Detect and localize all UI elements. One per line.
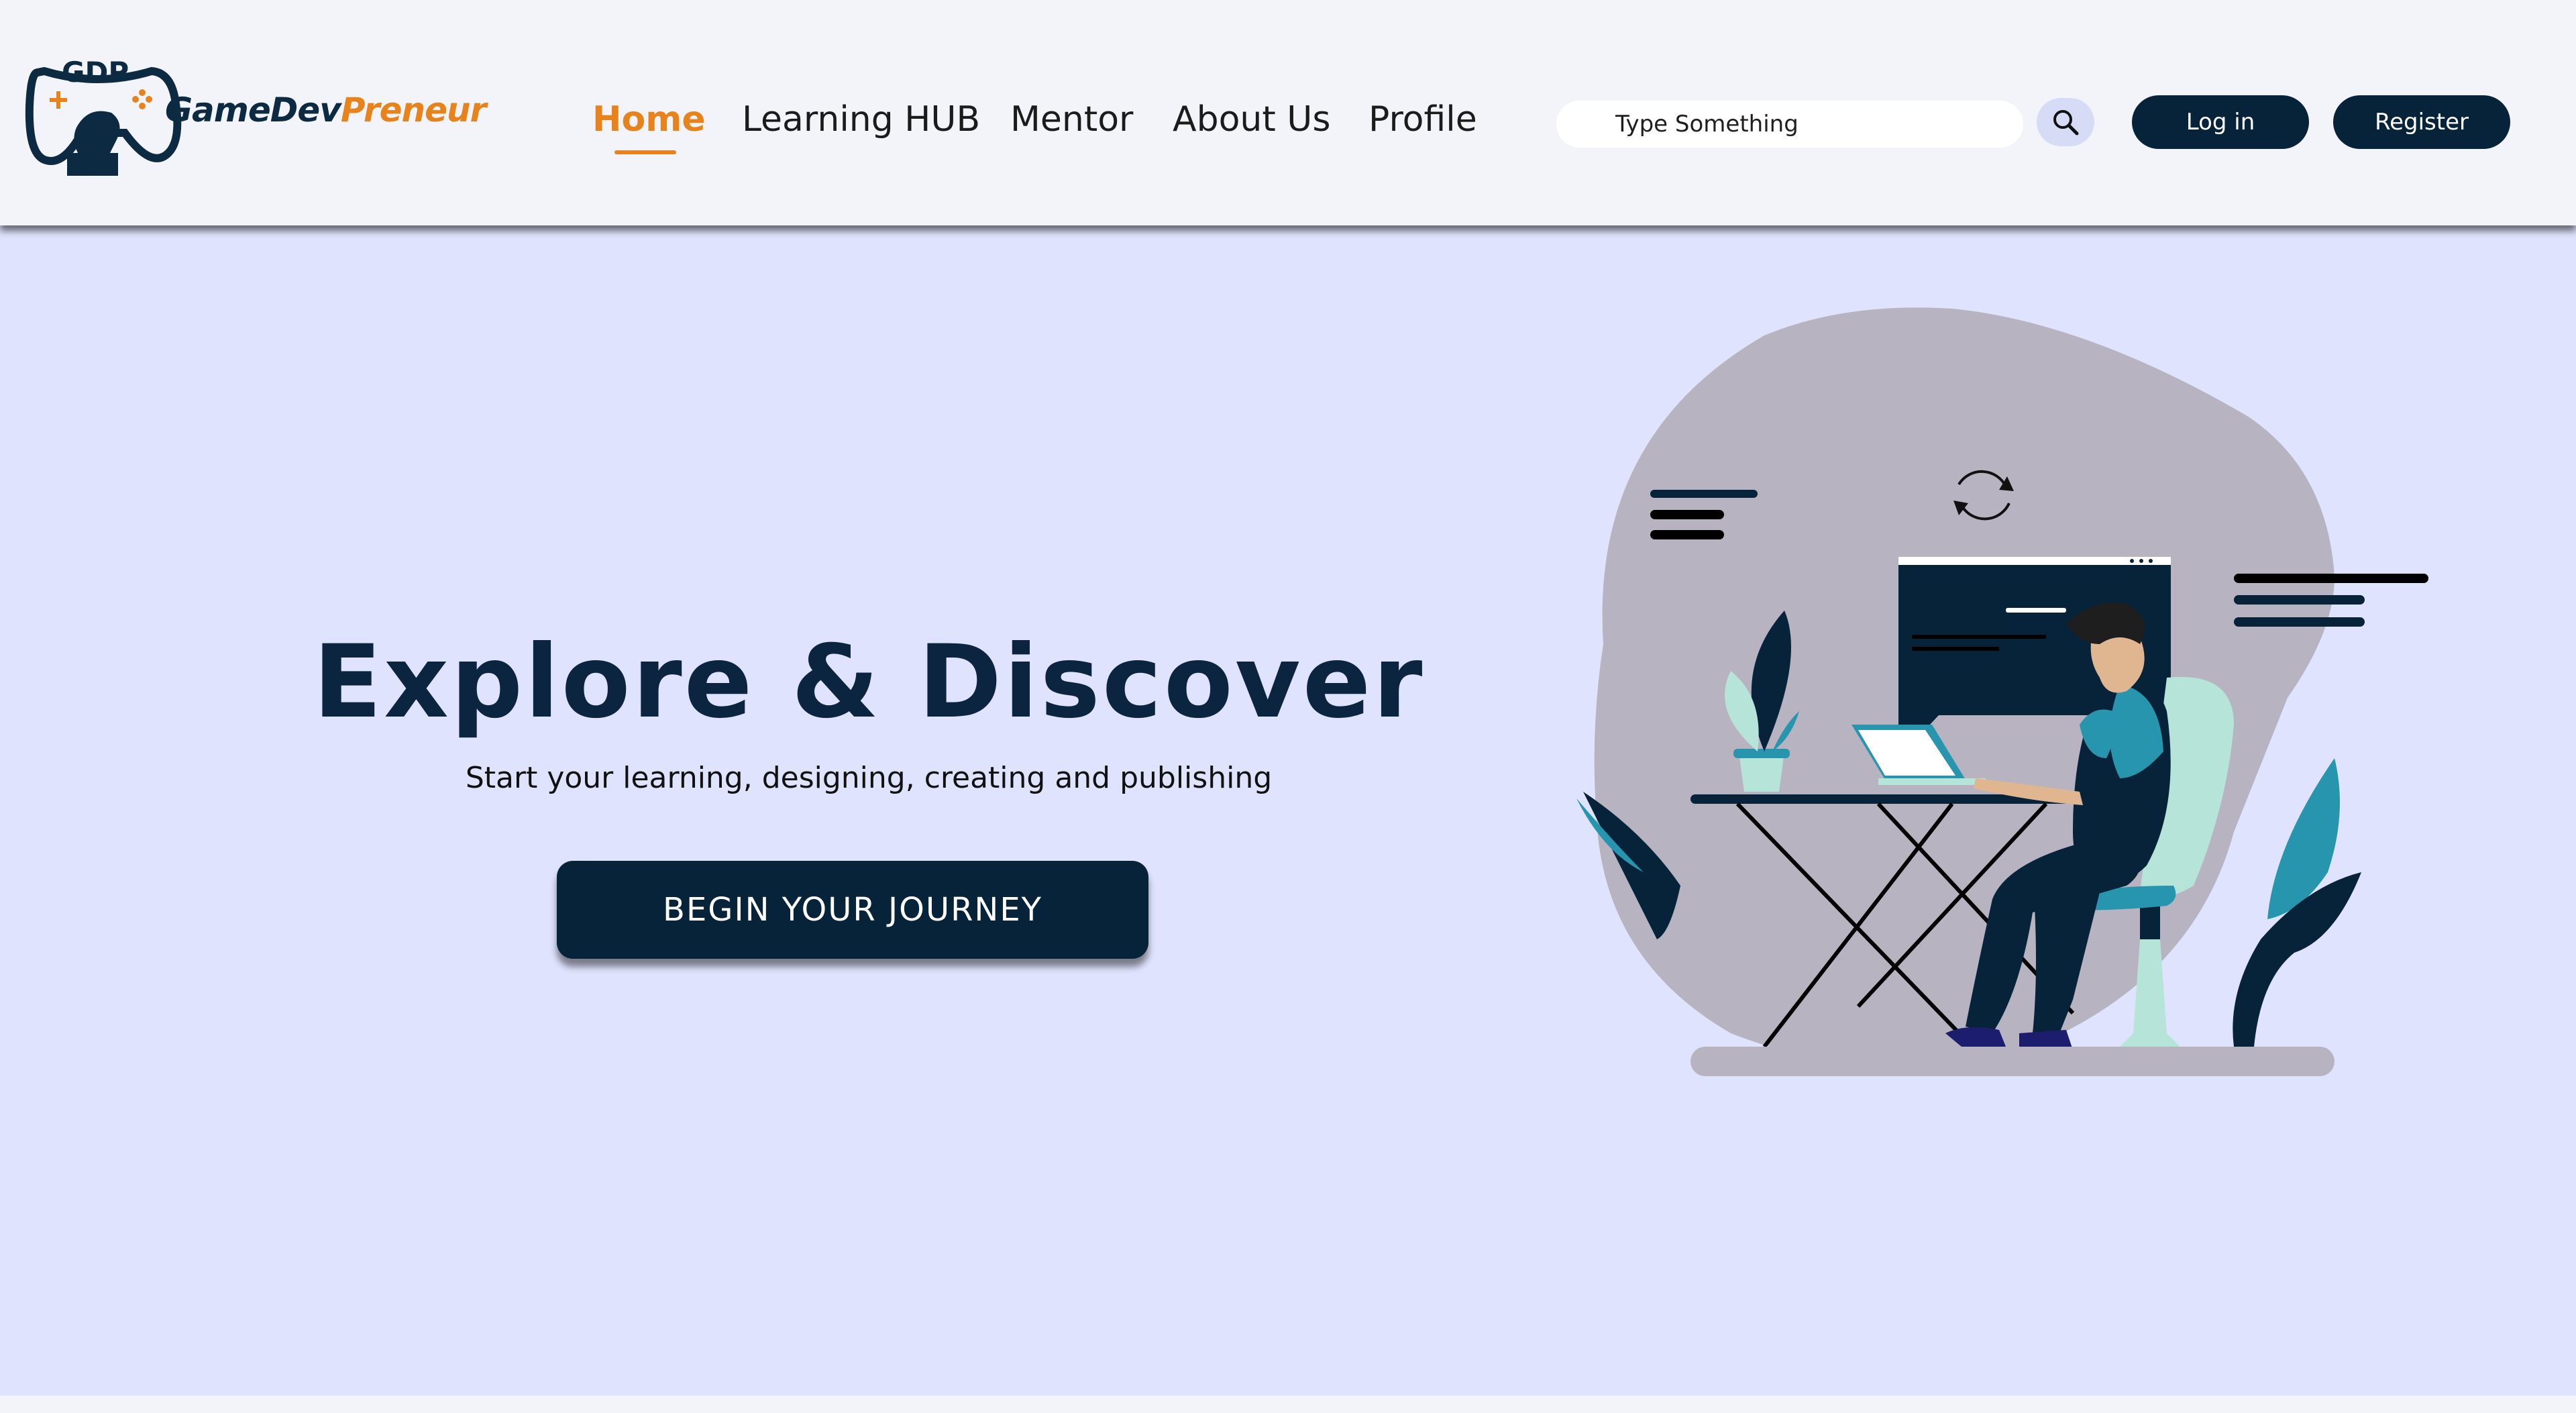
search-icon <box>2053 110 2079 136</box>
active-nav-underline <box>614 150 676 154</box>
nav-mentor[interactable]: Mentor <box>1010 99 1133 140</box>
search-input[interactable] <box>1556 101 2023 148</box>
footer-strip <box>0 1396 2576 1413</box>
nav-home[interactable]: Home <box>592 99 706 140</box>
begin-journey-button[interactable]: BEGIN YOUR JOURNEY <box>557 861 1148 959</box>
nav-profile[interactable]: Profile <box>1368 99 1477 140</box>
brand-name[interactable]: GameDevPreneur <box>165 91 486 129</box>
person-at-laptop-illustration <box>1576 307 2428 1076</box>
login-button[interactable]: Log in <box>2132 95 2309 149</box>
brand-part-1: GameDev <box>165 91 341 129</box>
search-button[interactable] <box>2037 98 2094 146</box>
logo-letters: GDP <box>62 56 129 89</box>
top-header: GDP GameDevPreneur Home Learning HUB Men… <box>0 0 2576 225</box>
hero-subtitle: Start your learning, designing, creating… <box>465 761 1273 795</box>
hero-title: Explore & Discover <box>313 624 1425 741</box>
brand-part-2: Preneur <box>340 91 486 129</box>
nav-about-us[interactable]: About Us <box>1173 99 1330 140</box>
nav-learning-hub[interactable]: Learning HUB <box>742 99 980 140</box>
register-button[interactable]: Register <box>2333 95 2510 149</box>
